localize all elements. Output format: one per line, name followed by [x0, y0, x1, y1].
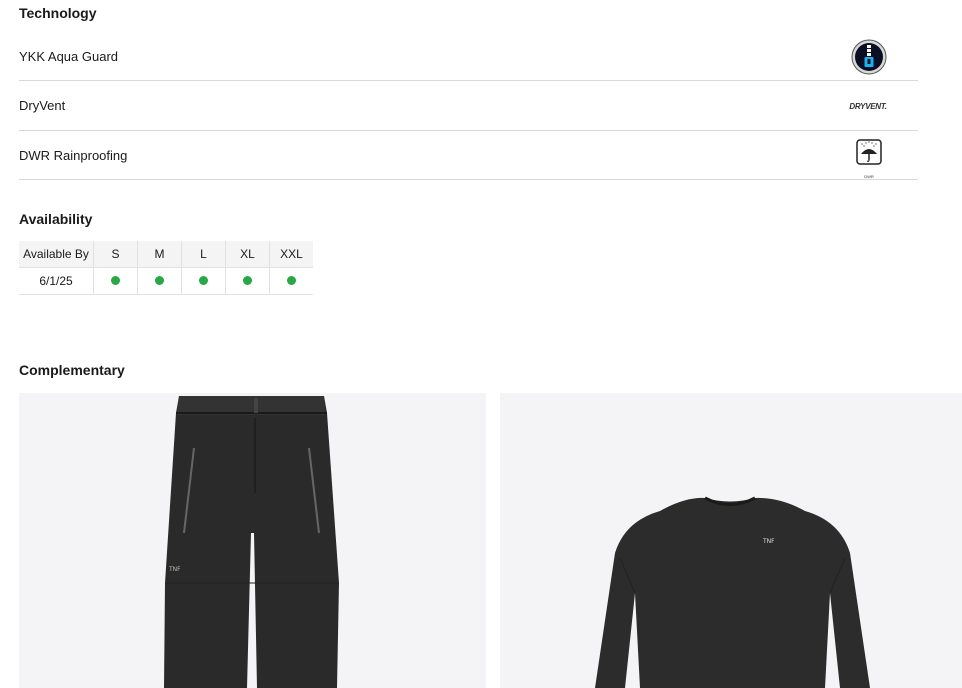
- column-header-size: XXL: [269, 241, 313, 268]
- long-sleeve-top-image: TNF: [595, 496, 870, 688]
- umbrella-rain-icon: DWR: [850, 137, 888, 179]
- status-dot-available: [243, 276, 252, 285]
- technology-list: YKK Aqua Guard DryVent DRYVENT. DWR DWR …: [19, 32, 918, 180]
- tech-label: DWR Rainproofing: [19, 148, 128, 163]
- table-row: 6/1/25: [19, 267, 313, 295]
- availability-date: 6/1/25: [19, 267, 94, 295]
- zipper-badge-icon: [850, 38, 888, 76]
- dwr-logo-text: DWR: [864, 174, 874, 179]
- column-header-size: L: [181, 241, 226, 268]
- product-card-pants[interactable]: TNF: [19, 393, 486, 688]
- status-dot-available: [111, 276, 120, 285]
- tech-label: DryVent: [19, 98, 66, 113]
- technology-title: Technology: [19, 5, 97, 21]
- tech-label: YKK Aqua Guard: [19, 49, 119, 64]
- pants-image: TNF: [164, 396, 339, 688]
- status-dot-available: [155, 276, 164, 285]
- tech-row-dryvent: DryVent DRYVENT.: [19, 81, 918, 131]
- tech-row-ykk: YKK Aqua Guard: [19, 32, 918, 81]
- availability-title: Availability: [19, 211, 93, 227]
- column-header-size: M: [137, 241, 182, 268]
- product-card-top[interactable]: TNF: [500, 393, 962, 688]
- column-header-size: S: [93, 241, 138, 268]
- availability-table: Available By S M L XL XXL 6/1/25: [19, 241, 313, 295]
- status-dot-available: [287, 276, 296, 285]
- tech-row-dwr: DWR DWR Rainproofing: [19, 131, 918, 180]
- svg-text:TNF: TNF: [762, 538, 775, 545]
- complementary-title: Complementary: [19, 362, 125, 378]
- dryvent-logo-icon: DRYVENT.: [846, 87, 890, 125]
- status-dot-available: [199, 276, 208, 285]
- column-header-available-by: Available By: [19, 241, 94, 268]
- dryvent-logo-text: DRYVENT.: [849, 101, 887, 111]
- column-header-size: XL: [225, 241, 270, 268]
- svg-text:TNF: TNF: [168, 566, 181, 573]
- table-header-row: Available By S M L XL XXL: [19, 241, 313, 268]
